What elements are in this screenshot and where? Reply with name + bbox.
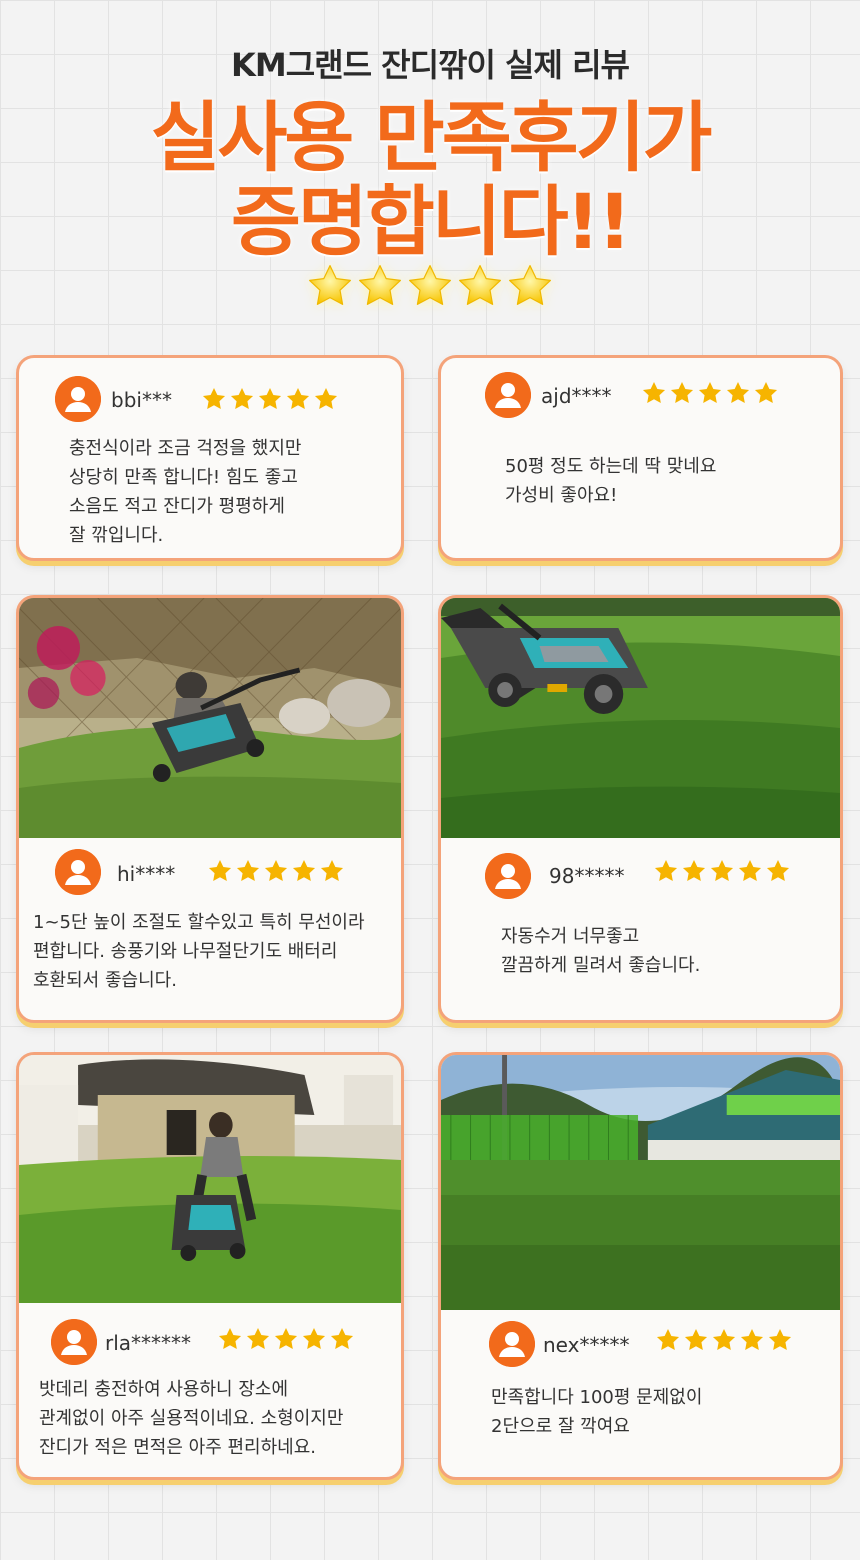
review-rating	[217, 1326, 355, 1352]
review-photo	[441, 1055, 840, 1310]
star-icon	[264, 859, 288, 881]
user-avatar-icon	[55, 376, 101, 422]
review-username: 98*****	[549, 864, 625, 888]
page-subtitle: KM그랜드 잔디깎이 실제 리뷰	[231, 46, 630, 84]
review-username: bbi***	[111, 388, 172, 412]
review-photo	[19, 1055, 401, 1303]
star-icon	[314, 387, 338, 409]
user-avatar-icon	[55, 849, 101, 895]
review-text: 밧데리 충전하여 사용하니 장소에 관계없이 아주 실용적이네요. 소형이지만 …	[39, 1379, 344, 1458]
header-rating	[300, 262, 560, 324]
star-icon	[330, 1327, 354, 1349]
review-username: hi****	[117, 862, 176, 886]
star-icon	[738, 859, 762, 881]
star-icon	[309, 265, 351, 305]
user-avatar-icon	[485, 372, 531, 418]
review-text: 만족합니다 100평 문제없이 2단으로 잘 깍여요	[491, 1387, 703, 1437]
star-icon	[359, 265, 401, 305]
review-card: nex***** 만족합니다 100평 문제없이 2단으로 잘 깍여요	[438, 1052, 843, 1480]
star-icon	[236, 859, 260, 881]
star-icon	[654, 859, 678, 881]
star-icon	[670, 381, 694, 403]
star-icon	[230, 387, 254, 409]
review-card: ajd**** 50평 정도 하는데 딱 맞네요 가성비 좋아요!	[438, 355, 843, 561]
review-card: 98***** 자동수거 너무좋고 깔끔하게 밀려서 좋습니다.	[438, 595, 843, 1023]
review-text: 50평 정도 하는데 딱 맞네요 가성비 좋아요!	[505, 456, 717, 506]
star-icon	[320, 859, 344, 881]
review-card: bbi*** 충전식이라 조금 걱정을 했지만 상당히 만족 합니다! 힘도 좋…	[16, 355, 404, 561]
star-icon	[202, 387, 226, 409]
review-photo	[441, 598, 840, 838]
star-icon	[768, 1328, 792, 1350]
star-icon	[292, 859, 316, 881]
star-icon	[712, 1328, 736, 1350]
user-avatar-icon	[51, 1319, 97, 1365]
star-icon	[698, 381, 722, 403]
star-icon	[286, 387, 310, 409]
review-rating	[201, 386, 339, 412]
star-icon	[218, 1327, 242, 1349]
star-icon	[302, 1327, 326, 1349]
review-rating	[641, 380, 779, 406]
review-rating	[207, 858, 345, 884]
review-rating	[653, 858, 791, 884]
star-icon	[459, 265, 501, 305]
review-text: 충전식이라 조금 걱정을 했지만 상당히 만족 합니다! 힘도 좋고 소음도 적…	[69, 438, 302, 546]
star-icon	[509, 265, 551, 305]
user-avatar-icon	[485, 853, 531, 899]
review-rating	[655, 1327, 793, 1353]
star-icon	[246, 1327, 270, 1349]
review-username: nex*****	[543, 1333, 630, 1357]
star-icon	[656, 1328, 680, 1350]
review-card: hi**** 1~5단 높이 조절도 할수있고 특히 무선이라 편합니다. 송풍…	[16, 595, 404, 1023]
star-icon	[682, 859, 706, 881]
review-card: rla****** 밧데리 충전하여 사용하니 장소에 관계없이 아주 실용적이…	[16, 1052, 404, 1480]
review-username: ajd****	[541, 384, 612, 408]
review-text: 자동수거 너무좋고 깔끔하게 밀려서 좋습니다.	[501, 926, 701, 976]
review-text: 1~5단 높이 조절도 할수있고 특히 무선이라 편합니다. 송풍기와 나무절단…	[33, 912, 365, 991]
user-avatar-icon	[489, 1321, 535, 1367]
star-icon	[258, 387, 282, 409]
review-username: rla******	[105, 1331, 192, 1355]
star-icon	[409, 265, 451, 305]
star-icon	[740, 1328, 764, 1350]
star-icon	[754, 381, 778, 403]
star-icon	[710, 859, 734, 881]
star-icon	[274, 1327, 298, 1349]
review-photo	[19, 598, 401, 838]
star-icon	[642, 381, 666, 403]
star-icon	[208, 859, 232, 881]
star-icon	[766, 859, 790, 881]
star-icon	[726, 381, 750, 403]
page-headline-line2: 증명합니다!!	[231, 177, 632, 266]
page-headline-line1: 실사용 만족후기가	[150, 93, 713, 182]
star-icon	[684, 1328, 708, 1350]
